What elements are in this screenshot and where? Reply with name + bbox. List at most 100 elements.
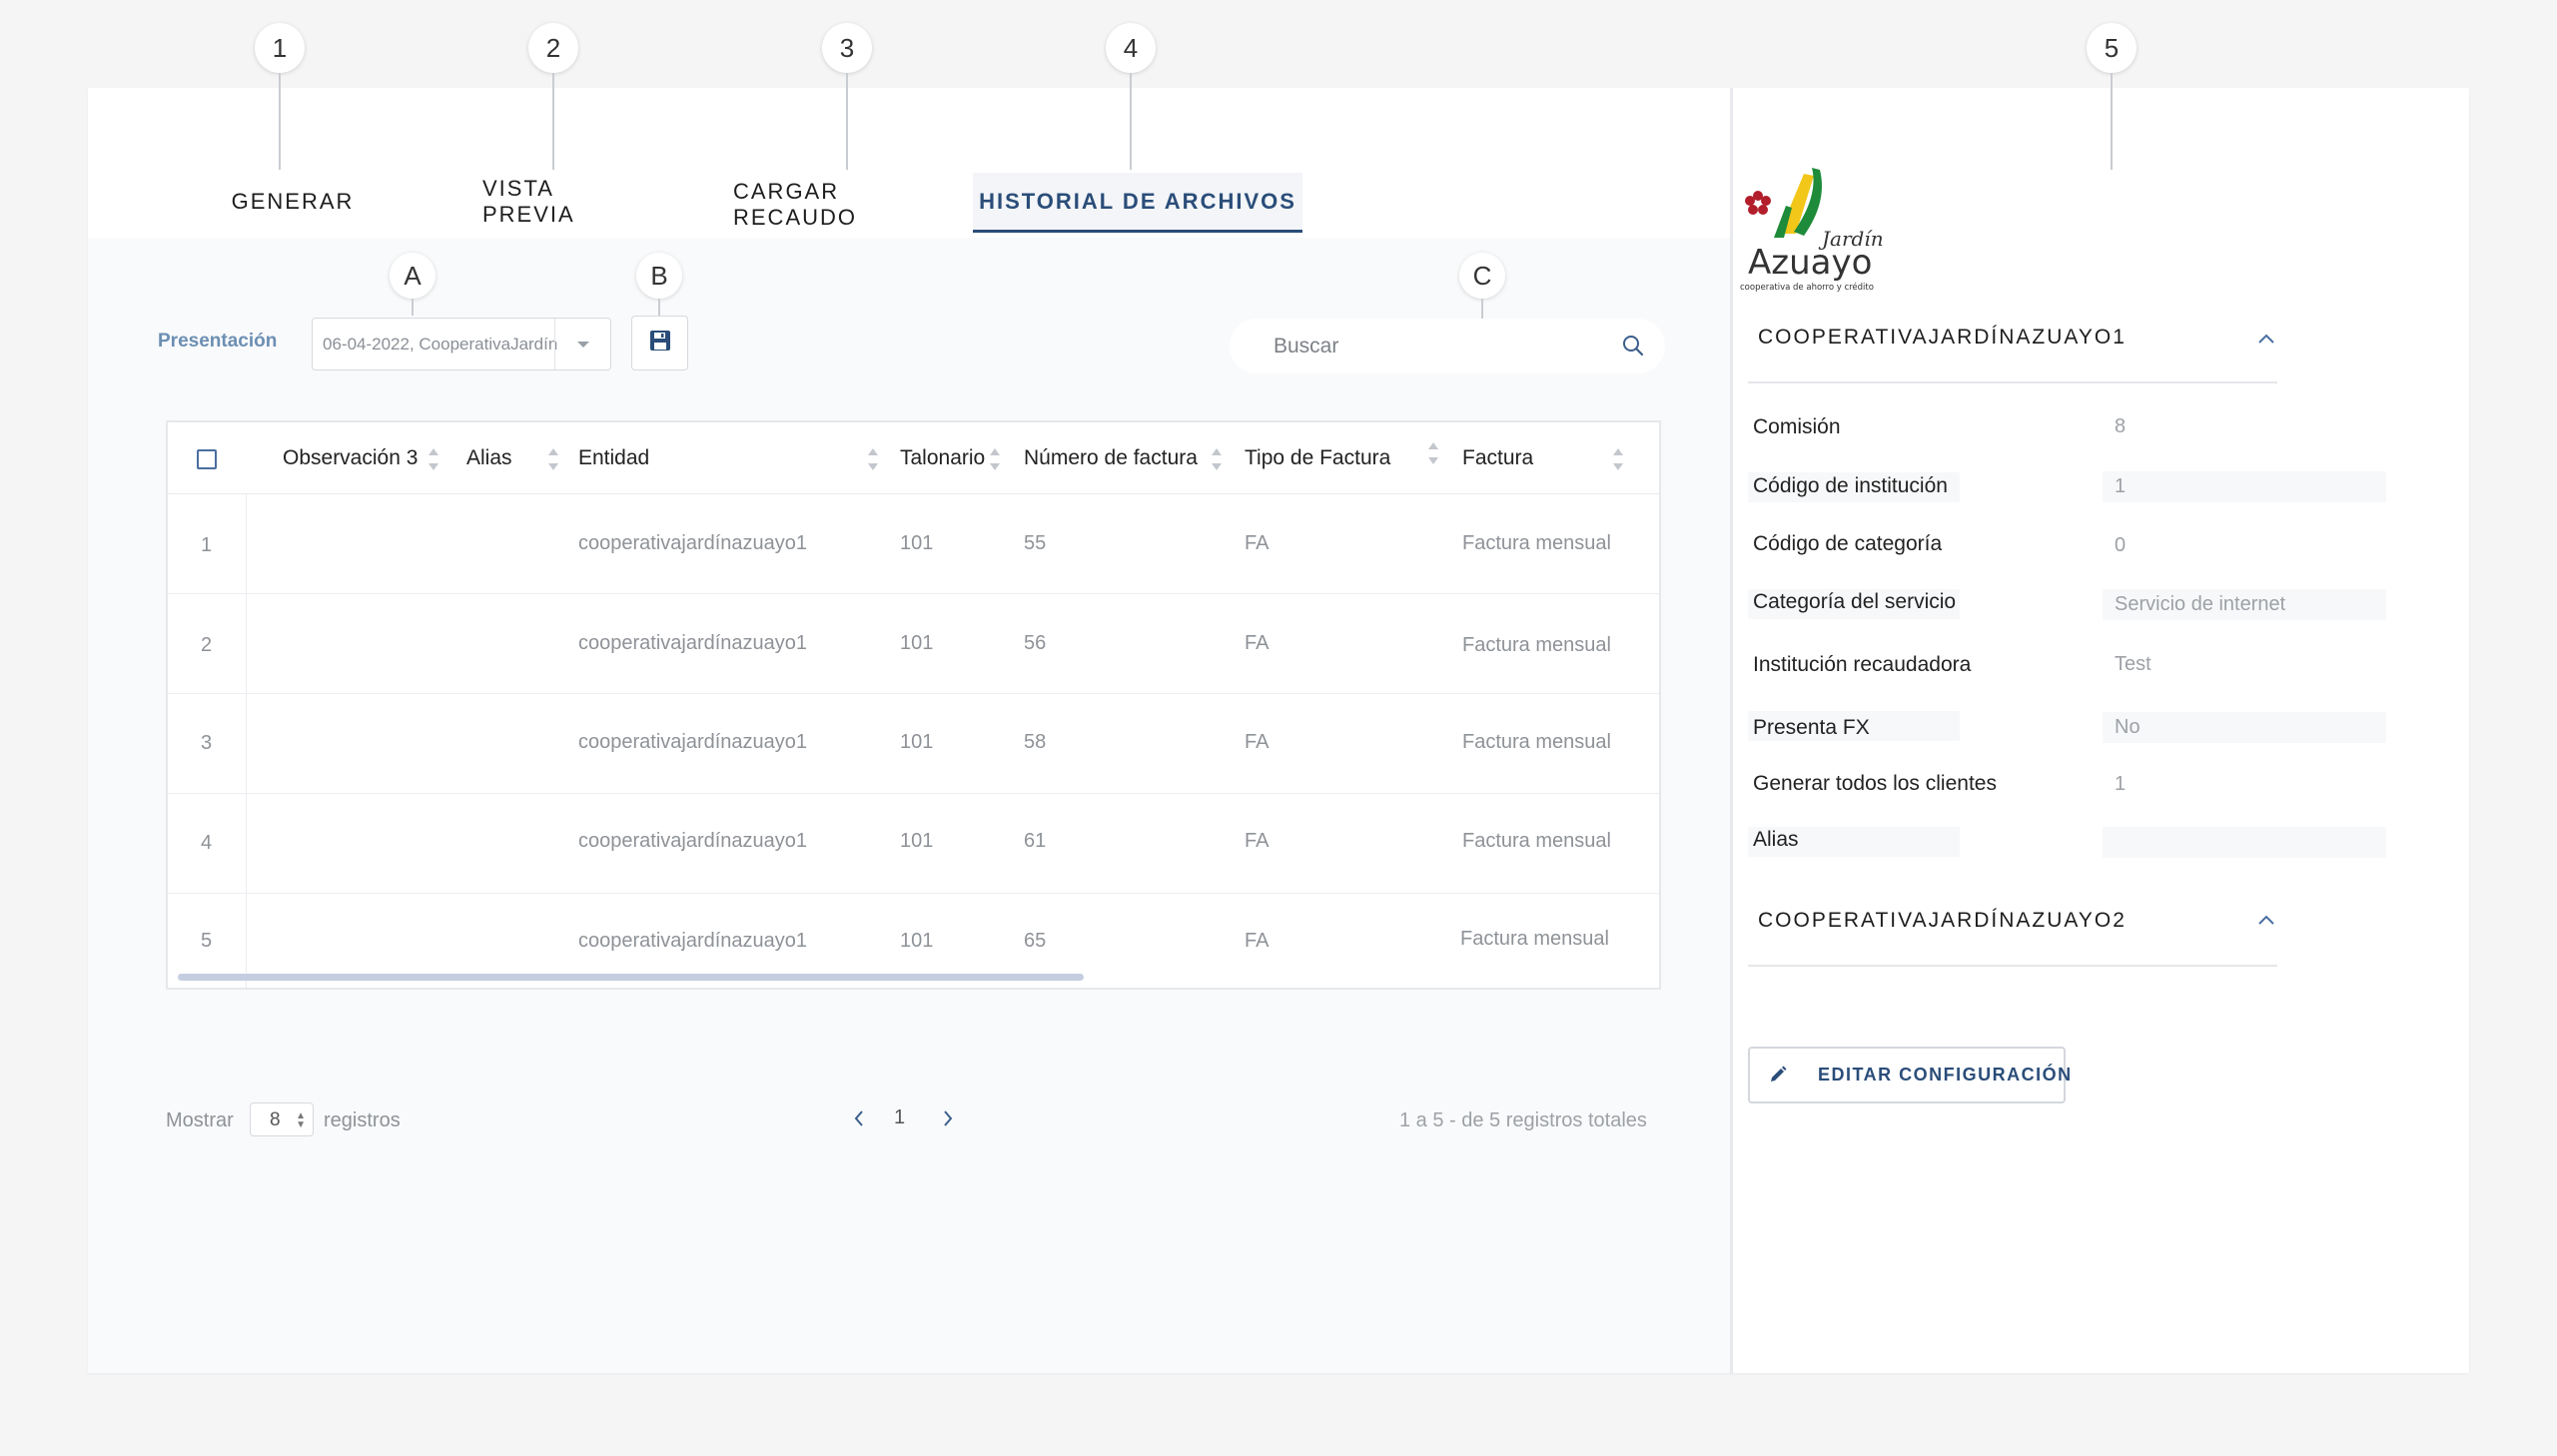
- row-index: 5: [201, 930, 213, 952]
- next-page-button[interactable]: [936, 1106, 960, 1134]
- table-row[interactable]: 1 cooperativajardínazuayo1 101 55 FA Fac…: [168, 494, 1659, 594]
- callout-a-line: [412, 299, 414, 316]
- svg-text:Azuayo: Azuayo: [1748, 243, 1872, 283]
- field-label-categoria-servicio: Categoría del servicio: [1753, 590, 1957, 613]
- cell-talonario: 101: [900, 830, 934, 852]
- cell-tipo-de-factura: FA: [1245, 632, 1270, 654]
- search-input[interactable]: [1274, 332, 1593, 362]
- cell-entidad: cooperativajardínazuayo1: [578, 731, 808, 753]
- callout-1-badge: 1: [255, 23, 305, 73]
- column-header-talonario[interactable]: Talonario: [900, 446, 985, 470]
- column-header-alias[interactable]: Alias: [466, 446, 512, 470]
- field-value-comision: 8: [2115, 415, 2127, 437]
- cell-talonario: 101: [900, 532, 934, 554]
- column-header-entidad[interactable]: Entidad: [578, 446, 649, 470]
- search-icon[interactable]: [1621, 334, 1645, 363]
- horizontal-scrollbar[interactable]: [178, 974, 1084, 981]
- save-button[interactable]: [631, 316, 688, 370]
- tab-bar: GENERAR VISTA PREVIA CARGAR RECAUDO HIST…: [88, 88, 1730, 238]
- field-value-institucion-recaudadora: Test: [2115, 653, 2151, 675]
- cell-tipo-de-factura: FA: [1245, 731, 1270, 753]
- section-header-cooperativa-1[interactable]: COOPERATIVAJARDÍNAZUAYO1: [1748, 326, 2277, 383]
- presentacion-select[interactable]: 06-04-2022, CooperativaJardín: [312, 318, 611, 370]
- sort-icon[interactable]: [1427, 442, 1439, 464]
- field-value-alias: [2103, 827, 2386, 858]
- column-header-numero-de-factura[interactable]: Número de factura: [1024, 446, 1198, 470]
- field-label-alias: Alias: [1753, 828, 1799, 851]
- tab-historial-de-archivos[interactable]: HISTORIAL DE ARCHIVOS: [973, 173, 1302, 233]
- callout-5-line: [2111, 73, 2113, 170]
- table-row[interactable]: 2 cooperativajardínazuayo1 101 56 FA Fac…: [168, 594, 1659, 694]
- presentacion-label: Presentación: [158, 331, 278, 352]
- field-value-generar-todos: 1: [2115, 773, 2127, 795]
- select-all-checkbox[interactable]: [197, 449, 217, 469]
- sort-icon[interactable]: [989, 448, 1001, 470]
- current-page-number[interactable]: 1: [894, 1106, 905, 1129]
- edit-configuration-label: EDITAR CONFIGURACIÓN: [1818, 1065, 2073, 1085]
- flower-icon: [1745, 191, 1771, 215]
- cell-factura: Factura mensual: [1460, 928, 1609, 950]
- per-page-value: 8: [270, 1109, 281, 1130]
- callout-c-badge: C: [1459, 253, 1505, 299]
- sort-icon[interactable]: [547, 448, 559, 470]
- per-page-select[interactable]: 8 ▲ ▼: [250, 1102, 314, 1136]
- cell-factura: Factura mensual: [1462, 634, 1611, 656]
- records-label: registros: [324, 1109, 401, 1131]
- column-header-observacion-3[interactable]: Observación 3: [283, 446, 418, 470]
- cell-talonario: 101: [900, 632, 934, 654]
- cell-tipo-de-factura: FA: [1245, 830, 1270, 852]
- cell-tipo-de-factura: FA: [1245, 930, 1270, 952]
- tab-cargar-recaudo[interactable]: CARGAR RECAUDO: [733, 176, 943, 233]
- row-index: 2: [201, 634, 213, 656]
- callout-3-badge: 3: [822, 23, 872, 73]
- chevron-left-icon: [853, 1109, 865, 1132]
- table-row[interactable]: 4 cooperativajardínazuayo1 101 61 FA Fac…: [168, 794, 1659, 894]
- callout-2-line: [552, 73, 554, 170]
- callout-1-line: [279, 73, 281, 170]
- cell-factura: Factura mensual: [1462, 532, 1611, 554]
- chevron-right-icon: [942, 1109, 954, 1132]
- tab-vista-previa[interactable]: VISTA PREVIA: [482, 173, 652, 230]
- sort-icon[interactable]: [1612, 448, 1624, 470]
- sort-icon[interactable]: [1211, 448, 1223, 470]
- sort-icon[interactable]: [867, 448, 879, 470]
- pencil-icon: [1768, 1065, 1788, 1090]
- tab-generar[interactable]: GENERAR: [218, 173, 368, 230]
- presentacion-selected-value: 06-04-2022, CooperativaJardín: [323, 335, 558, 354]
- table-row[interactable]: 3 cooperativajardínazuayo1 101 58 FA Fac…: [168, 694, 1659, 794]
- callout-4-badge: 4: [1106, 23, 1156, 73]
- field-label-codigo-categoria: Código de categoría: [1753, 532, 1943, 555]
- edit-configuration-button[interactable]: EDITAR CONFIGURACIÓN: [1748, 1047, 2071, 1103]
- cell-entidad: cooperativajardínazuayo1: [578, 830, 808, 852]
- jardin-azuayo-logo: Jardín Azuayo cooperativa de ahorro y cr…: [1734, 166, 1894, 298]
- row-index: 3: [201, 732, 213, 754]
- row-index: 4: [201, 832, 213, 854]
- field-label-generar-todos: Generar todos los clientes: [1753, 772, 1997, 795]
- section-header-cooperativa-2[interactable]: COOPERATIVAJARDÍNAZUAYO2: [1748, 909, 2277, 967]
- callout-a-badge: A: [390, 253, 435, 299]
- show-label: Mostrar: [166, 1109, 234, 1131]
- chevron-up-icon: [2257, 332, 2275, 350]
- row-index: 1: [201, 534, 213, 556]
- cell-numero-de-factura: 58: [1024, 731, 1047, 753]
- chevron-up-icon: [2257, 913, 2275, 931]
- sort-icon[interactable]: [427, 448, 439, 470]
- cell-numero-de-factura: 55: [1024, 532, 1047, 554]
- cell-talonario: 101: [900, 731, 934, 753]
- cell-entidad: cooperativajardínazuayo1: [578, 532, 808, 554]
- field-label-comision: Comisión: [1753, 415, 1841, 438]
- table-header: Observación 3 Alias Entidad Talonario Nú…: [168, 422, 1659, 494]
- cell-tipo-de-factura: FA: [1245, 532, 1270, 554]
- cell-numero-de-factura: 56: [1024, 632, 1047, 654]
- callout-c-line: [1481, 299, 1483, 319]
- field-label-codigo-institucion: Código de institución: [1753, 474, 1948, 497]
- chevron-down-icon: [554, 319, 610, 369]
- section-title: COOPERATIVAJARDÍNAZUAYO1: [1758, 326, 2127, 349]
- field-value-presenta-fx: No: [2103, 712, 2386, 743]
- column-header-factura[interactable]: Factura: [1462, 446, 1533, 470]
- column-header-tipo-de-factura[interactable]: Tipo de Factura: [1245, 446, 1390, 470]
- previous-page-button[interactable]: [847, 1106, 871, 1134]
- floppy-disk-icon: [649, 330, 671, 357]
- cell-entidad: cooperativajardínazuayo1: [578, 930, 808, 952]
- field-label-institucion-recaudadora: Institución recaudadora: [1753, 653, 1972, 676]
